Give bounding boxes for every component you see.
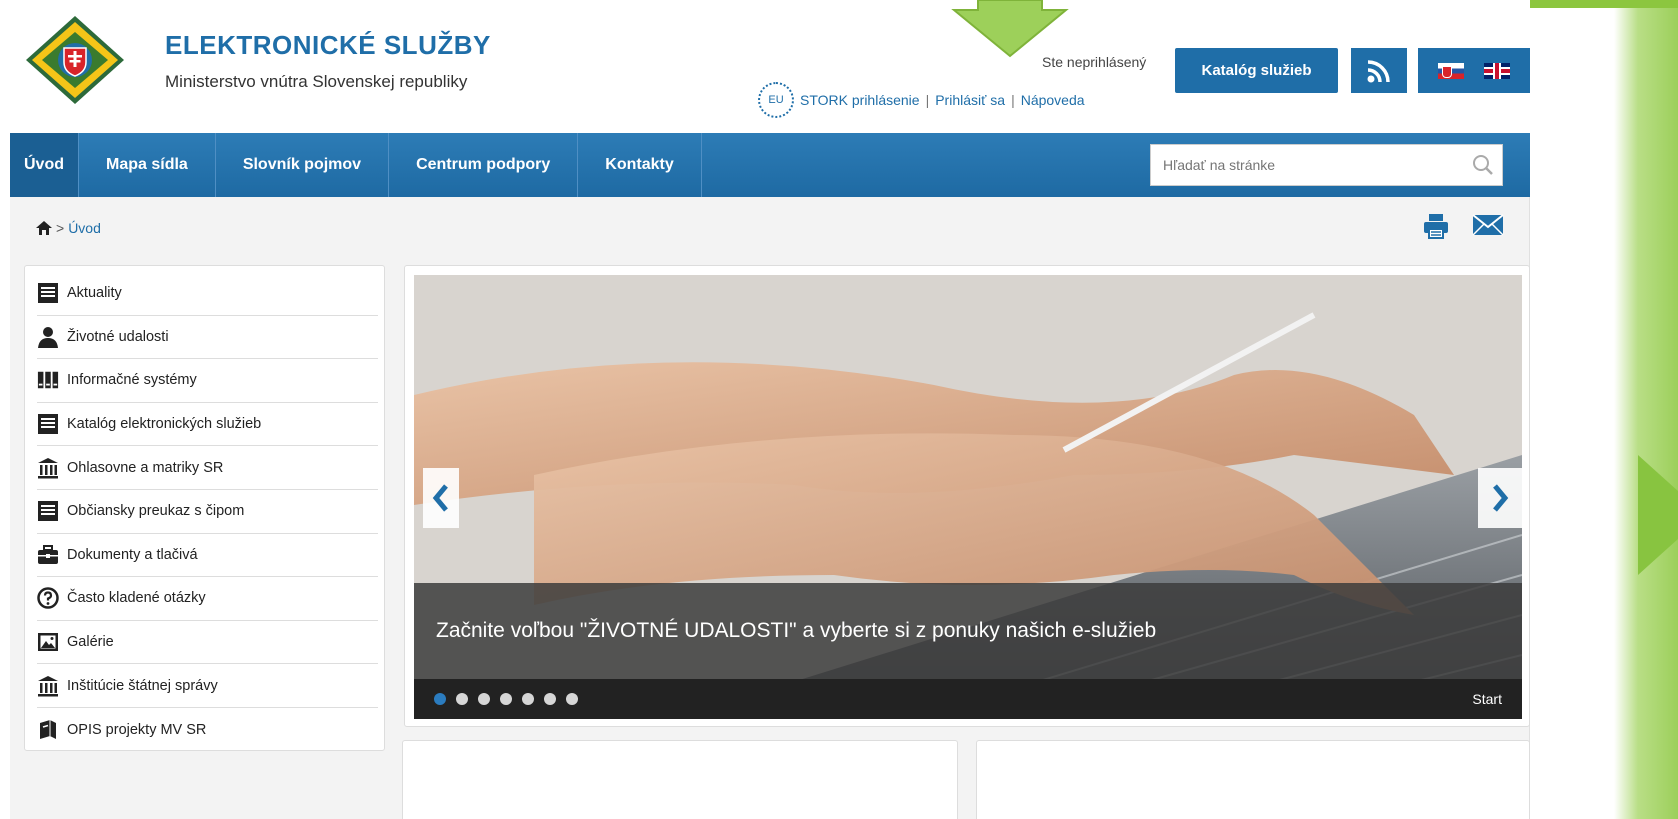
chevron-right-icon bbox=[1493, 484, 1509, 512]
page: ELEKTRONICKÉ SLUŽBY Ministerstvo vnútra … bbox=[10, 0, 1530, 819]
eu-stars-icon: EU bbox=[758, 82, 794, 118]
login-link[interactable]: Prihlásiť sa bbox=[935, 92, 1005, 108]
image-carousel: Začnite voľbou "ŽIVOTNÉ UDALOSTI" a vybe… bbox=[404, 265, 1530, 727]
sidebar-item-zivotne-udalosti[interactable]: Životné udalosti bbox=[37, 316, 378, 360]
nav-item-kontakty[interactable]: Kontakty bbox=[578, 133, 702, 197]
decorative-green-border bbox=[1598, 0, 1678, 819]
document-icon bbox=[37, 413, 59, 435]
carousel-caption-text[interactable]: Začnite voľbou "ŽIVOTNÉ UDALOSTI" a vybe… bbox=[436, 619, 1156, 643]
carousel-dot[interactable] bbox=[456, 693, 468, 705]
sidebar-item-opis-projekty[interactable]: OPIS projekty MV SR bbox=[37, 708, 378, 752]
carousel-dot[interactable] bbox=[500, 693, 512, 705]
sidebar-item-faq[interactable]: Často kladené otázky bbox=[37, 577, 378, 621]
carousel-dot[interactable] bbox=[434, 693, 446, 705]
sidebar-item-label: Inštitúcie štátnej správy bbox=[67, 677, 218, 694]
catalog-button[interactable]: Katalóg služieb bbox=[1175, 48, 1338, 93]
site-subtitle: Ministerstvo vnútra Slovenskej republiky bbox=[165, 72, 468, 91]
sidebar-item-obciansky-preukaz[interactable]: Občiansky preukaz s čipom bbox=[37, 490, 378, 534]
rss-icon bbox=[1367, 59, 1390, 82]
person-icon bbox=[37, 326, 59, 348]
carousel-caption: Začnite voľbou "ŽIVOTNÉ UDALOSTI" a vybe… bbox=[414, 583, 1522, 679]
sidebar-item-label: Ohlasovne a matriky SR bbox=[67, 459, 224, 476]
sidebar-item-label: Často kladené otázky bbox=[67, 590, 206, 607]
document-icon bbox=[37, 282, 59, 304]
stork-login-link[interactable]: STORK prihlásenie bbox=[800, 92, 920, 108]
breadcrumb-separator: > bbox=[56, 220, 65, 236]
separator: | bbox=[925, 92, 930, 108]
briefcase-icon bbox=[37, 544, 59, 566]
search-icon[interactable] bbox=[1464, 146, 1502, 184]
search-box bbox=[1150, 144, 1503, 186]
sidebar-item-label: Občiansky preukaz s čipom bbox=[67, 503, 245, 520]
sidebar-item-label: Galérie bbox=[67, 634, 114, 651]
question-icon bbox=[37, 587, 59, 610]
sidebar-item-label: Informačné systémy bbox=[67, 372, 197, 389]
institution-icon bbox=[37, 457, 59, 479]
green-arrow-down-icon bbox=[951, 0, 1069, 58]
main-navigation: Úvod Mapa sídla Slovník pojmov Centrum p… bbox=[10, 133, 1530, 197]
carousel-slide[interactable]: Začnite voľbou "ŽIVOTNÉ UDALOSTI" a vybe… bbox=[414, 275, 1522, 719]
site-header: ELEKTRONICKÉ SLUŽBY Ministerstvo vnútra … bbox=[10, 0, 1530, 133]
breadcrumb-current[interactable]: Úvod bbox=[68, 220, 101, 236]
content-box-left bbox=[402, 740, 958, 819]
carousel-dot[interactable] bbox=[522, 693, 534, 705]
nav-item-centrum-podpory[interactable]: Centrum podpory bbox=[389, 133, 579, 197]
sidebar-item-informacne-systemy[interactable]: Informačné systémy bbox=[37, 359, 378, 403]
sidebar-menu: Aktuality Životné udalosti Informačné sy… bbox=[24, 265, 385, 751]
sidebar-item-dokumenty[interactable]: Dokumenty a tlačivá bbox=[37, 534, 378, 578]
sidebar-item-label: Životné udalosti bbox=[67, 328, 169, 345]
sidebar-item-label: Katalóg elektronických služieb bbox=[67, 416, 262, 433]
carousel-controls: Start bbox=[414, 679, 1522, 719]
carousel-start-button[interactable]: Start bbox=[1472, 691, 1502, 707]
sidebar-item-label: Aktuality bbox=[67, 285, 122, 302]
login-links: EU STORK prihlásenie | Prihlásiť sa | Ná… bbox=[758, 82, 1085, 118]
search-input[interactable] bbox=[1151, 157, 1464, 173]
institution-icon bbox=[37, 675, 59, 697]
content-box-right bbox=[976, 740, 1530, 819]
sidebar-item-label: Dokumenty a tlačivá bbox=[67, 546, 198, 563]
flag-uk-icon[interactable] bbox=[1484, 62, 1510, 79]
ministry-logo[interactable] bbox=[24, 14, 126, 106]
sidebar-item-katalog-sluzieb[interactable]: Katalóg elektronických služieb bbox=[37, 403, 378, 447]
sidebar-item-ohlasovne[interactable]: Ohlasovne a matriky SR bbox=[37, 446, 378, 490]
sidebar-item-institucie[interactable]: Inštitúcie štátnej správy bbox=[37, 664, 378, 708]
carousel-dot[interactable] bbox=[478, 693, 490, 705]
rss-button[interactable] bbox=[1351, 48, 1407, 93]
login-status: Ste neprihlásený bbox=[1042, 54, 1147, 70]
gallery-icon bbox=[37, 631, 59, 653]
home-icon[interactable] bbox=[36, 221, 52, 235]
document-icon bbox=[37, 500, 59, 522]
language-switcher bbox=[1418, 48, 1530, 93]
nav-item-mapa-sidla[interactable]: Mapa sídla bbox=[79, 133, 216, 197]
carousel-dot[interactable] bbox=[544, 693, 556, 705]
help-link[interactable]: Nápoveda bbox=[1021, 92, 1085, 108]
site-title[interactable]: ELEKTRONICKÉ SLUŽBY bbox=[165, 30, 491, 61]
nav-item-uvod[interactable]: Úvod bbox=[10, 133, 79, 197]
flag-sk-icon[interactable] bbox=[1438, 62, 1464, 79]
servers-icon bbox=[37, 369, 59, 391]
carousel-next-button[interactable] bbox=[1478, 468, 1522, 528]
print-icon[interactable] bbox=[1422, 212, 1450, 240]
separator: | bbox=[1011, 92, 1015, 108]
nav-item-slovnik-pojmov[interactable]: Slovník pojmov bbox=[216, 133, 390, 197]
sidebar-item-galerie[interactable]: Galérie bbox=[37, 621, 378, 665]
chevron-left-icon bbox=[432, 484, 448, 512]
sidebar-item-label: OPIS projekty MV SR bbox=[67, 721, 207, 738]
carousel-dot[interactable] bbox=[566, 693, 578, 705]
book-icon bbox=[37, 719, 59, 741]
mail-icon[interactable] bbox=[1472, 212, 1504, 238]
page-tools bbox=[1422, 212, 1504, 240]
breadcrumb: > Úvod bbox=[36, 220, 101, 236]
sidebar-item-aktuality[interactable]: Aktuality bbox=[37, 272, 378, 316]
carousel-prev-button[interactable] bbox=[423, 468, 459, 528]
